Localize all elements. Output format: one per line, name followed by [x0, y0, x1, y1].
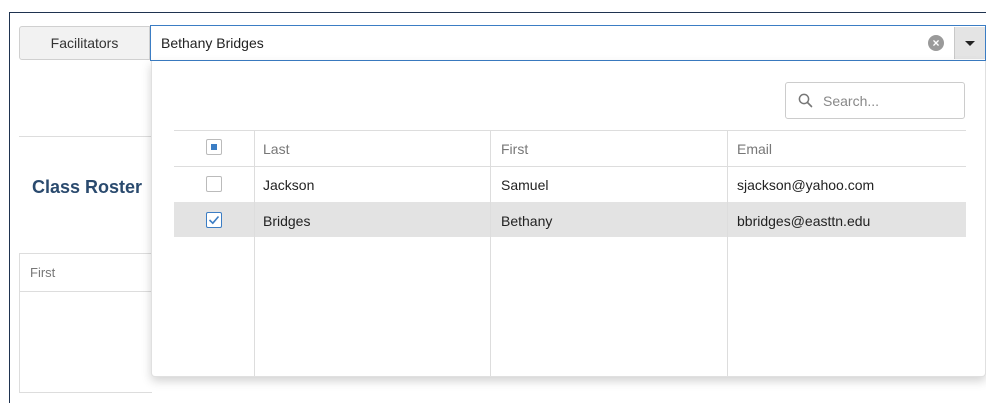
checkmark-icon: [208, 215, 220, 225]
search-icon: [798, 93, 813, 108]
grid-line: [174, 130, 966, 131]
facilitator-combobox[interactable]: Bethany Bridges ×: [150, 25, 986, 61]
grid-line: [254, 130, 255, 376]
table-cell-first[interactable]: Bethany: [501, 213, 552, 229]
divider: [19, 136, 152, 137]
grid-line: [727, 130, 728, 376]
select-all-checkbox[interactable]: [206, 139, 222, 155]
row-checkbox-checked[interactable]: [206, 212, 222, 228]
table-cell-last[interactable]: Jackson: [263, 177, 314, 193]
roster-table-header-first: First: [20, 254, 152, 292]
row-checkbox[interactable]: [206, 176, 222, 192]
caret-down-icon: [965, 40, 975, 46]
roster-table: First: [19, 253, 152, 393]
column-header-first[interactable]: First: [501, 141, 528, 157]
search-input[interactable]: [821, 91, 945, 110]
grid-line: [174, 166, 966, 167]
table-cell-first[interactable]: Samuel: [501, 177, 548, 193]
search-field[interactable]: [785, 82, 965, 119]
combobox-selected-value[interactable]: Bethany Bridges: [151, 35, 985, 51]
column-header-last[interactable]: Last: [263, 141, 289, 157]
column-header-email[interactable]: Email: [737, 141, 772, 157]
table-cell-last[interactable]: Bridges: [263, 213, 310, 229]
facilitator-grid: Last First Email Jackson Samuel sjackson…: [174, 130, 966, 376]
facilitators-label: Facilitators: [19, 26, 150, 60]
dropdown-panel: Last First Email Jackson Samuel sjackson…: [151, 61, 986, 377]
dropdown-toggle-button[interactable]: [954, 27, 985, 59]
clear-icon[interactable]: ×: [928, 35, 944, 51]
table-cell-email[interactable]: sjackson@yahoo.com: [737, 177, 874, 193]
class-roster-title: Class Roster: [32, 177, 143, 197]
grid-line: [490, 130, 491, 376]
table-cell-email[interactable]: bbridges@easttn.edu: [737, 213, 870, 229]
